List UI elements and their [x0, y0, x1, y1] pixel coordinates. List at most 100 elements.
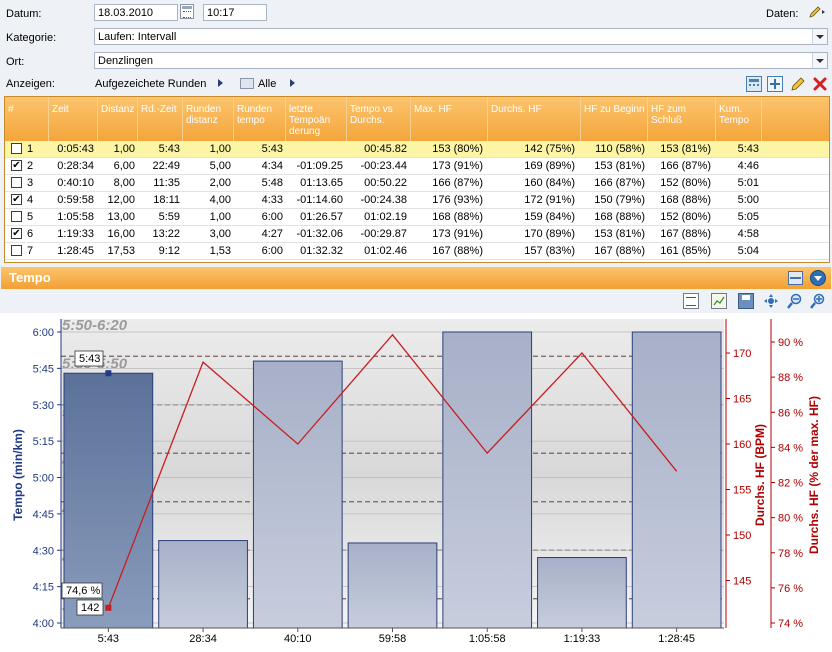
table-row[interactable]: 1 0:05:43 1,00 5:43 1,00 5:43 00:45.82 153 (80%…	[5, 141, 829, 158]
kategorie-select[interactable]: Laufen: Intervall	[94, 28, 828, 45]
delete-icon[interactable]	[812, 76, 828, 92]
row-checkbox[interactable]	[11, 211, 22, 222]
table-row[interactable]: ✔ 6 1:19:33 16,00 13:22 3,00 4:27 -01:32.06 -00:…	[5, 226, 829, 243]
table-row[interactable]: 3 0:40:10 8,00 11:35 2,00 5:48 01:13.65 00:50.2…	[5, 175, 829, 192]
col-rd-zeit[interactable]: Rd.-Zeit	[138, 97, 183, 141]
cell-durchshf: 157 (83%)	[524, 245, 575, 257]
time-input[interactable]: 10:17	[203, 4, 267, 21]
row-checkbox[interactable]: ✔	[11, 194, 22, 205]
col-max-hf[interactable]: Max. HF	[411, 97, 488, 141]
cell-rtempo: 4:33	[261, 194, 283, 206]
chevron-down-icon[interactable]	[812, 53, 827, 68]
save-icon[interactable]	[738, 293, 754, 309]
cell-letzte: 01:26.57	[300, 211, 343, 223]
chevron-right-icon[interactable]	[290, 79, 295, 87]
tempo-bar[interactable]	[442, 331, 533, 629]
chevron-right-icon[interactable]	[218, 79, 223, 87]
col-number[interactable]: #	[5, 97, 49, 141]
cell-schluss: 166 (87%)	[660, 160, 711, 172]
zoom-out-icon[interactable]	[787, 293, 803, 309]
hr-marker[interactable]	[105, 604, 112, 611]
cell-n: 6	[27, 228, 34, 240]
row-checkbox[interactable]: ✔	[11, 228, 22, 239]
tempo-marker[interactable]	[105, 370, 112, 377]
cell-zeit: 1:28:45	[57, 245, 94, 257]
daten-label: Daten:	[766, 8, 799, 20]
col-runden-tempo[interactable]: Runden tempo	[234, 97, 286, 141]
col-distanz[interactable]: Distanz	[98, 97, 138, 141]
table-row[interactable]: ✔ 4 0:59:58 12,00 18:11 4,00 4:33 -01:14.60 -00:…	[5, 192, 829, 209]
col-letzte-tempoaenderung[interactable]: letzte Tempoän derung	[286, 97, 347, 141]
cell-rdzeit: 9:12	[158, 245, 180, 257]
pct-tick-label: 86 %	[778, 407, 803, 419]
calendar-icon[interactable]	[180, 4, 194, 19]
cell-rtempo: 6:00	[261, 245, 283, 257]
cell-rdzeit: 22:49	[152, 160, 180, 172]
x-tick-label: 59:58	[379, 633, 407, 645]
alle-dropdown[interactable]: Alle	[258, 78, 276, 90]
cell-kum: 5:00	[737, 194, 759, 206]
edit-pencil-icon[interactable]	[808, 5, 826, 19]
left-tick-label: 5:00	[33, 473, 54, 485]
x-tick-label: 40:10	[284, 633, 312, 645]
cell-rtempo: 6:00	[261, 211, 283, 223]
cell-schluss: 152 (80%)	[660, 211, 711, 223]
col-zeit[interactable]: Zeit	[49, 97, 98, 141]
col-hf-beginn[interactable]: HF zu Beginn	[581, 97, 648, 141]
list-view-icon[interactable]	[683, 293, 699, 309]
tempo-bar[interactable]	[347, 542, 438, 629]
pct-tick-label: 76 %	[778, 583, 803, 595]
pct-tick-label: 80 %	[778, 513, 803, 525]
table-view-icon[interactable]	[240, 78, 254, 89]
cell-zeit: 0:40:10	[57, 177, 94, 189]
left-tick-label: 4:15	[33, 582, 54, 594]
col-kum-tempo[interactable]: Kum. Tempo	[716, 97, 762, 141]
x-tick-label: 28:34	[189, 633, 217, 645]
bpm-tick-label: 150	[733, 530, 751, 542]
cell-rtempo: 4:34	[261, 160, 283, 172]
cell-schluss: 161 (85%)	[660, 245, 711, 257]
cell-n: 2	[27, 160, 34, 172]
left-tick-label: 5:15	[33, 436, 54, 448]
pct-tick-label: 88 %	[778, 372, 803, 384]
calculator-icon[interactable]	[746, 76, 762, 92]
cell-vs: 01:02.19	[364, 211, 407, 223]
col-runden-distanz[interactable]: Runden distanz	[183, 97, 234, 141]
cell-rdzeit: 5:43	[158, 143, 180, 155]
row-checkbox[interactable]: ✔	[11, 160, 22, 171]
tempo-bar[interactable]	[537, 557, 627, 629]
cell-beginn: 110 (58%)	[595, 143, 645, 155]
collapse-icon[interactable]	[810, 270, 826, 286]
left-tick-label: 6:00	[33, 327, 54, 339]
row-checkbox[interactable]	[11, 177, 22, 188]
pct-tick-label: 84 %	[778, 442, 803, 454]
layout-toggle-icon[interactable]	[788, 271, 803, 285]
col-durchs-hf[interactable]: Durchs. HF	[488, 97, 581, 141]
tempo-bar[interactable]	[631, 331, 722, 629]
pct-tick-label: 82 %	[778, 478, 803, 490]
table-row[interactable]: ✔ 2 0:28:34 6,00 22:49 5,00 4:34 -01:09.25 -00:2…	[5, 158, 829, 175]
cell-rdzeit: 11:35	[153, 177, 180, 189]
add-lap-icon[interactable]	[767, 76, 783, 92]
col-tempo-vs[interactable]: Tempo vs Durchs.	[347, 97, 411, 141]
row-checkbox[interactable]	[11, 245, 22, 256]
col-hf-schluss[interactable]: HF zum Schluß	[648, 97, 716, 141]
row-checkbox[interactable]	[11, 143, 22, 154]
anzeigen-value[interactable]: Aufgezeichete Runden	[95, 78, 206, 90]
ort-select[interactable]: Denzlingen	[94, 52, 828, 69]
tempo-bar[interactable]	[158, 540, 248, 629]
left-tick-label: 4:30	[33, 545, 54, 557]
cell-rtempo: 5:43	[261, 143, 283, 155]
table-row[interactable]: 5 1:05:58 13,00 5:59 1,00 6:00 01:26.57 01:02.1…	[5, 209, 829, 226]
edit-icon[interactable]	[790, 76, 806, 92]
date-input[interactable]: 18.03.2010	[94, 4, 178, 21]
cell-vs: 00:50.22	[364, 177, 407, 189]
tempo-bar[interactable]	[252, 360, 343, 629]
chevron-down-icon[interactable]	[812, 29, 827, 44]
chart-view-icon[interactable]	[711, 293, 727, 309]
panel-title: Tempo	[9, 270, 51, 285]
cell-dist: 8,00	[113, 177, 135, 189]
table-row[interactable]: 7 1:28:45 17,53 9:12 1,53 6:00 01:32.32 01:02.4…	[5, 243, 829, 260]
move-icon[interactable]	[763, 293, 779, 309]
zoom-in-icon[interactable]	[810, 293, 826, 309]
